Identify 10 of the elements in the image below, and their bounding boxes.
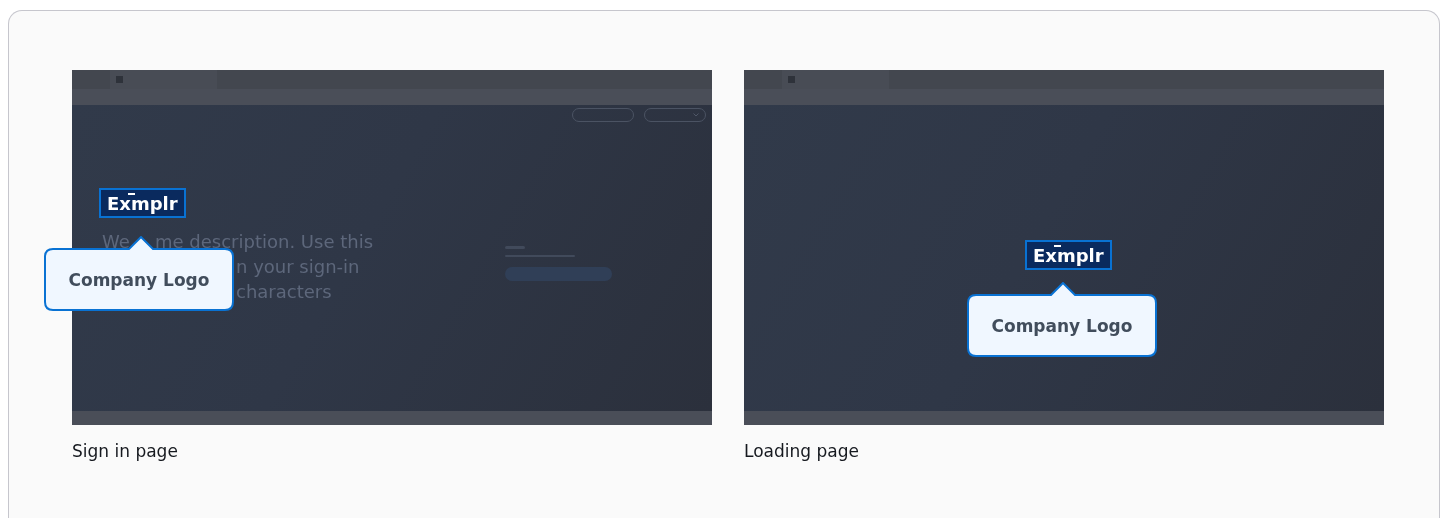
callout-label: Company Logo: [967, 282, 1157, 357]
figure-caption: Sign in page: [72, 441, 179, 461]
app-icon: [788, 76, 795, 83]
browser-tab[interactable]: [782, 70, 889, 89]
app-icon: [116, 76, 123, 83]
browser-tab[interactable]: [110, 70, 217, 89]
figure-caption: Loading page: [744, 441, 860, 461]
company-logo: Exmplr: [99, 188, 186, 218]
caret-icon: [693, 113, 699, 117]
company-logo: Exmplr: [1025, 240, 1112, 270]
